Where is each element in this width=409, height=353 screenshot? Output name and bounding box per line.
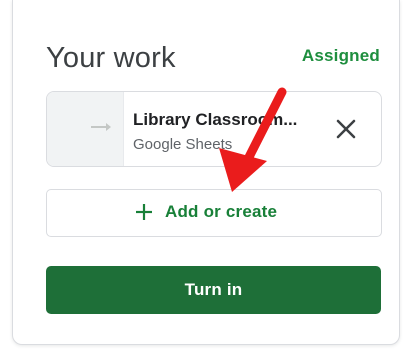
close-icon	[336, 119, 356, 139]
attachment-thumbnail[interactable]	[47, 92, 124, 166]
add-or-create-label: Add or create	[165, 202, 278, 221]
plus-icon	[136, 204, 152, 220]
sheet-thumbnail-icon	[91, 123, 111, 131]
attachment-type: Google Sheets	[133, 136, 233, 153]
assignment-status: Assigned	[301, 46, 380, 65]
attachment-card[interactable]: Library Classroom... Google Sheets	[46, 91, 382, 167]
turn-in-button[interactable]: Turn in	[46, 266, 381, 314]
your-work-title: Your work	[46, 42, 176, 74]
remove-attachment-button[interactable]	[331, 114, 361, 144]
attachment-name[interactable]: Library Classroom...	[133, 110, 297, 130]
page-canvas: Your work Assigned Library Classroom... …	[0, 0, 409, 353]
add-or-create-button[interactable]: Add or create	[46, 189, 382, 237]
